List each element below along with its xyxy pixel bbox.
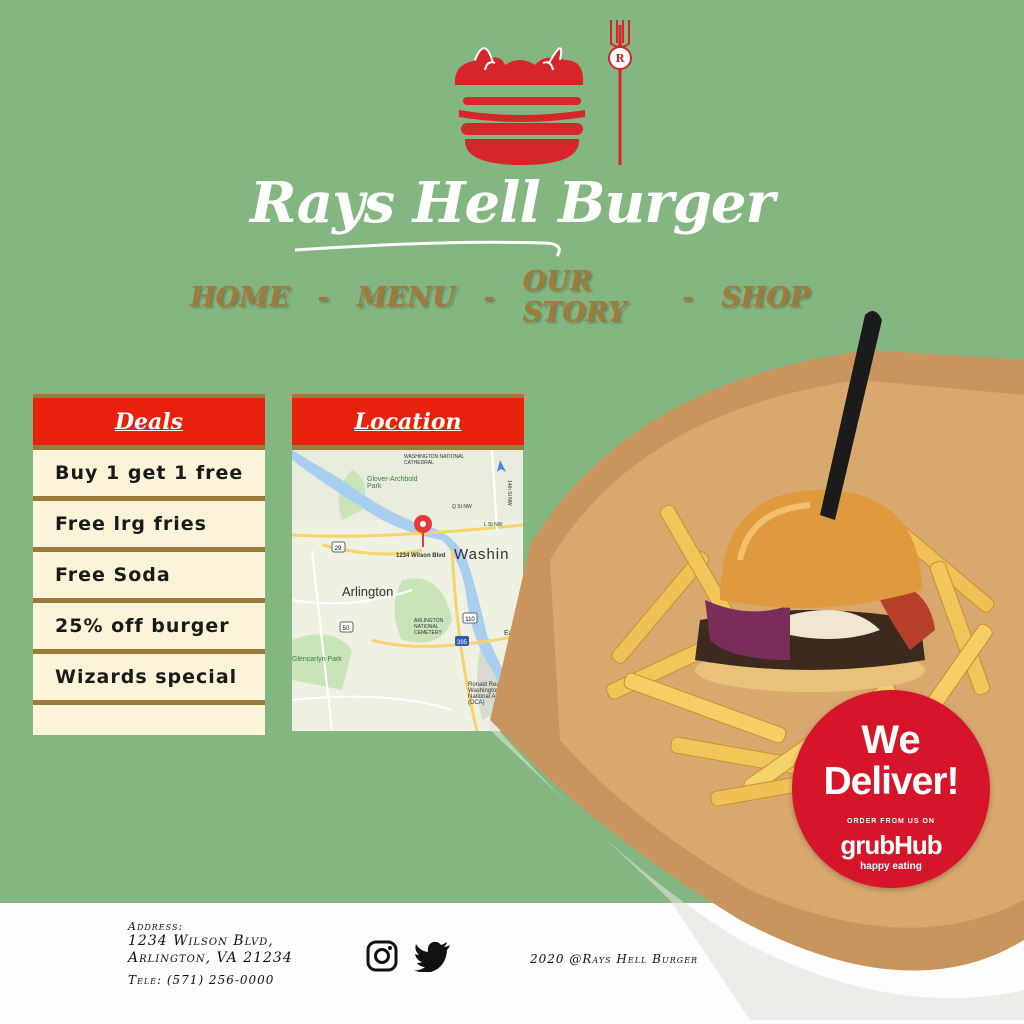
instagram-icon[interactable] <box>366 940 398 972</box>
map-place: WASHINGTON NATIONAL CATHEDRAL <box>404 454 465 466</box>
deals-title: Deals <box>33 394 265 450</box>
svg-text:R: R <box>615 52 625 65</box>
address-line-1: 1234 Wilson Blvd, <box>128 933 274 949</box>
location-map[interactable]: 29 50 110 395 Glover-Archbold Park WASHI… <box>292 450 523 731</box>
map-pin-label: 1234 Wilson Blvd <box>396 553 446 559</box>
site-logo[interactable]: R <box>445 15 645 175</box>
deal-item[interactable]: Free lrg fries <box>33 501 265 552</box>
copyright: 2020 @Rays Hell Burger <box>530 952 698 966</box>
badge-order-text: ORDER FROM US ON <box>847 818 935 825</box>
map-place: Glover-Archbold Park <box>367 476 418 490</box>
svg-text:50: 50 <box>343 626 350 632</box>
svg-text:395: 395 <box>457 640 468 646</box>
brand-name: Rays Hell Burger <box>249 170 775 236</box>
nav-menu[interactable]: MENU <box>357 282 456 313</box>
map-place: Arlington <box>342 584 394 599</box>
badge-line2: Deliver! <box>823 760 959 803</box>
svg-text:29: 29 <box>335 546 342 552</box>
map-place: ARLINGTON NATIONAL CEMETERY <box>414 618 444 636</box>
deal-item[interactable]: 25% off burger <box>33 603 265 654</box>
deal-item[interactable]: Wizards special <box>33 654 265 705</box>
deal-item[interactable]: Free Soda <box>33 552 265 603</box>
badge-tagline: happy eating <box>860 861 922 872</box>
nav-home[interactable]: HOME <box>190 282 290 313</box>
footer-address: Address: 1234 Wilson Blvd, Arlington, VA… <box>128 920 293 987</box>
fork-icon: R <box>608 20 632 165</box>
brand-swoosh <box>295 240 561 257</box>
twitter-icon[interactable] <box>414 940 452 972</box>
deals-panel: Deals Buy 1 get 1 free Free lrg fries Fr… <box>33 394 265 735</box>
grubhub-delivery-badge[interactable]: We Deliver! ORDER FROM US ON grubHub hap… <box>792 690 990 888</box>
nav-separator: - <box>317 281 329 313</box>
badge-line1: We <box>861 718 921 762</box>
burger-fries-photo <box>490 311 1024 1020</box>
burger-logo-icon: R <box>454 20 632 165</box>
svg-text:110: 110 <box>465 617 475 623</box>
deal-empty-row <box>33 705 265 735</box>
deal-item[interactable]: Buy 1 get 1 free <box>33 450 265 501</box>
map-place: Q St NW <box>452 504 472 510</box>
address-label: Address: <box>128 920 184 933</box>
address-line-2: Arlington, VA 21234 <box>128 950 293 966</box>
grubhub-logo: grubHub <box>840 830 942 860</box>
map-place: Glencarlyn Park <box>292 656 342 663</box>
phone-number: Tele: (571) 256-0000 <box>128 973 275 987</box>
